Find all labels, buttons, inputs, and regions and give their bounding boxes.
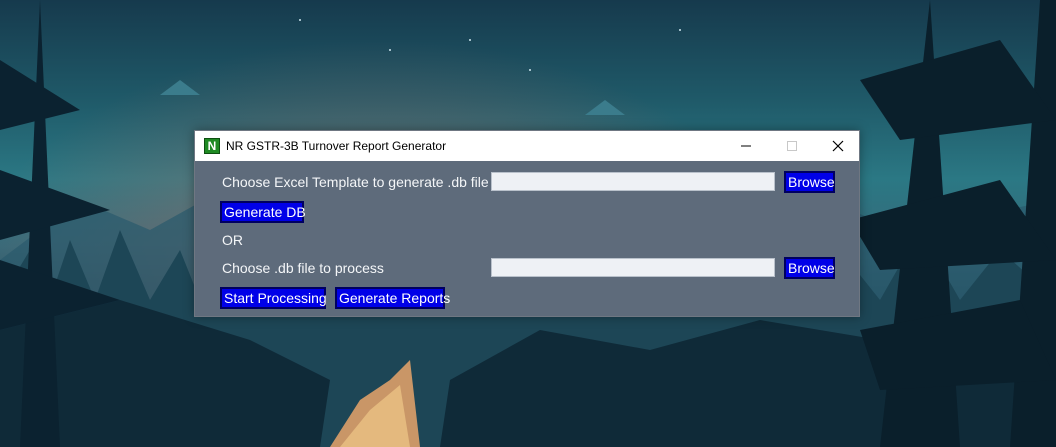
window-title: NR GSTR-3B Turnover Report Generator	[226, 139, 447, 153]
close-icon	[832, 140, 844, 152]
or-label: OR	[222, 232, 243, 248]
template-label: Choose Excel Template to generate .db fi…	[222, 174, 489, 190]
maximize-icon	[787, 141, 797, 151]
maximize-button[interactable]	[769, 131, 815, 161]
minimize-icon	[741, 145, 751, 147]
start-processing-button[interactable]: Start Processing	[220, 287, 327, 309]
close-button[interactable]	[815, 131, 861, 161]
title-bar[interactable]: N NR GSTR-3B Turnover Report Generator	[195, 131, 859, 161]
app-window: N NR GSTR-3B Turnover Report Generator C…	[194, 130, 860, 317]
generate-reports-button[interactable]: Generate Reports	[335, 287, 450, 309]
template-path-field[interactable]	[491, 172, 775, 191]
browse-db-button[interactable]: Browse	[784, 257, 835, 279]
browse-template-button[interactable]: Browse	[784, 171, 835, 193]
db-path-field[interactable]	[491, 258, 775, 277]
db-file-label: Choose .db file to process	[222, 260, 384, 276]
generate-db-button[interactable]: Generate DB	[220, 201, 306, 223]
app-icon: N	[204, 138, 220, 154]
minimize-button[interactable]	[723, 131, 769, 161]
